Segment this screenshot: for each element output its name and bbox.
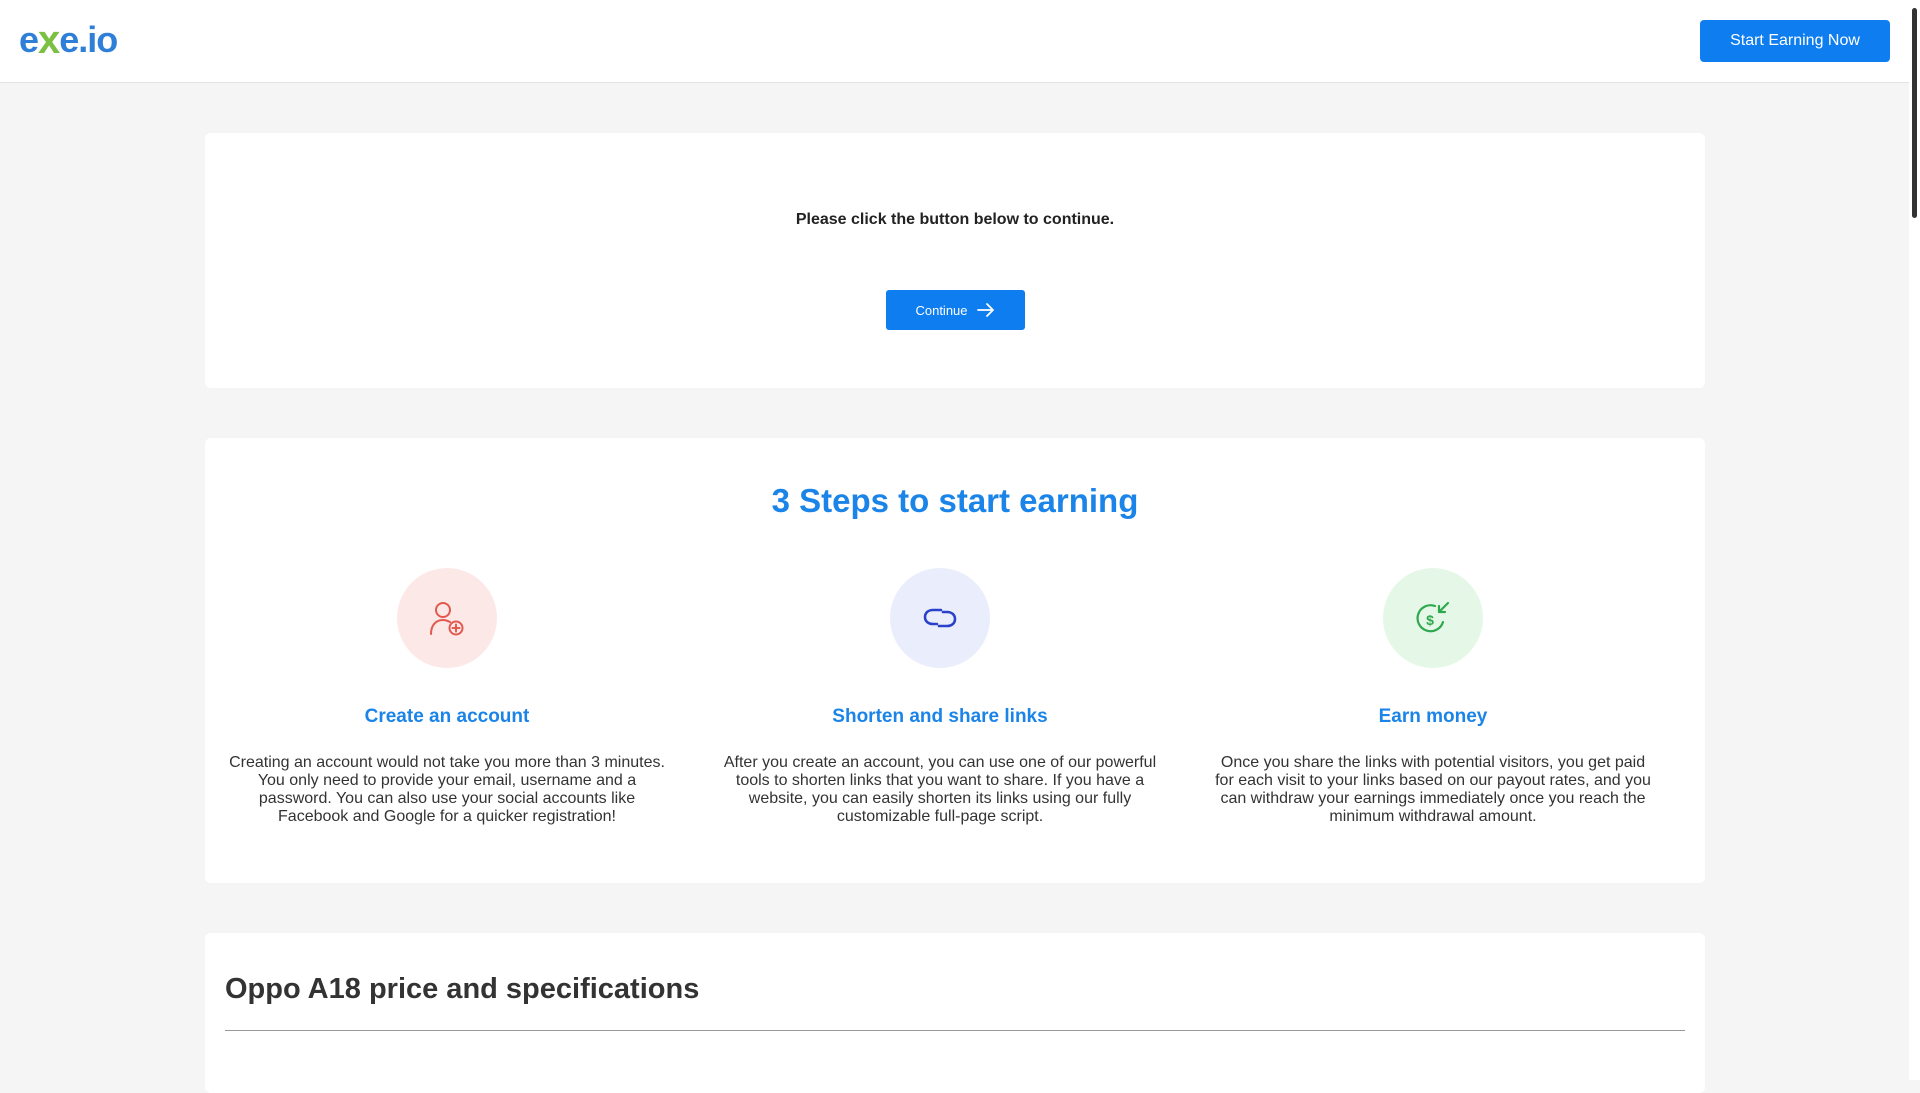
step-icon-circle: $ — [1383, 568, 1483, 668]
step-description: Once you share the links with potential … — [1215, 754, 1651, 825]
steps-card: 3 Steps to start earning Create an accou… — [205, 438, 1705, 883]
page-scrollbar[interactable] — [1909, 0, 1920, 1080]
step-shorten-links: Shorten and share links After you create… — [720, 568, 1160, 826]
money-icon: $ — [1416, 601, 1450, 633]
step-title: Create an account — [364, 706, 530, 727]
steps-title: 3 Steps to start earning — [771, 482, 1139, 519]
svg-text:$: $ — [1426, 612, 1434, 628]
continue-card: Please click the button below to continu… — [205, 133, 1705, 388]
article-card: Oppo A18 price and specifications — [205, 933, 1705, 1093]
article-title: Oppo A18 price and specifications — [225, 973, 700, 1005]
continue-button-label: Continue — [915, 302, 968, 318]
site-header: e x e.io Start Earning Now — [0, 0, 1909, 83]
scrollbar-thumb[interactable] — [1912, 8, 1917, 218]
step-description: After you create an account, you can use… — [723, 754, 1157, 825]
start-earning-button[interactable]: Start Earning Now — [1700, 20, 1890, 62]
arrow-right-icon — [976, 303, 994, 317]
logo-part-1: e — [19, 19, 39, 60]
continue-prompt: Please click the button below to continu… — [795, 211, 1115, 228]
title-divider — [225, 1030, 1685, 1031]
step-title: Earn money — [1378, 706, 1488, 727]
site-logo[interactable]: e x e.io — [19, 16, 118, 64]
logo-part-3: e.io — [59, 19, 118, 60]
add-user-icon — [430, 602, 464, 636]
logo-part-2: x — [38, 17, 60, 62]
step-title: Shorten and share links — [832, 706, 1048, 727]
step-description: Creating an account would not take you m… — [229, 754, 665, 825]
step-icon-circle — [397, 568, 497, 668]
continue-button[interactable]: Continue — [886, 290, 1025, 330]
link-icon — [923, 608, 957, 628]
step-icon-circle — [890, 568, 990, 668]
step-earn-money: $ Earn money Once you share the links wi… — [1213, 568, 1653, 826]
step-create-account: Create an account Creating an account wo… — [227, 568, 667, 826]
